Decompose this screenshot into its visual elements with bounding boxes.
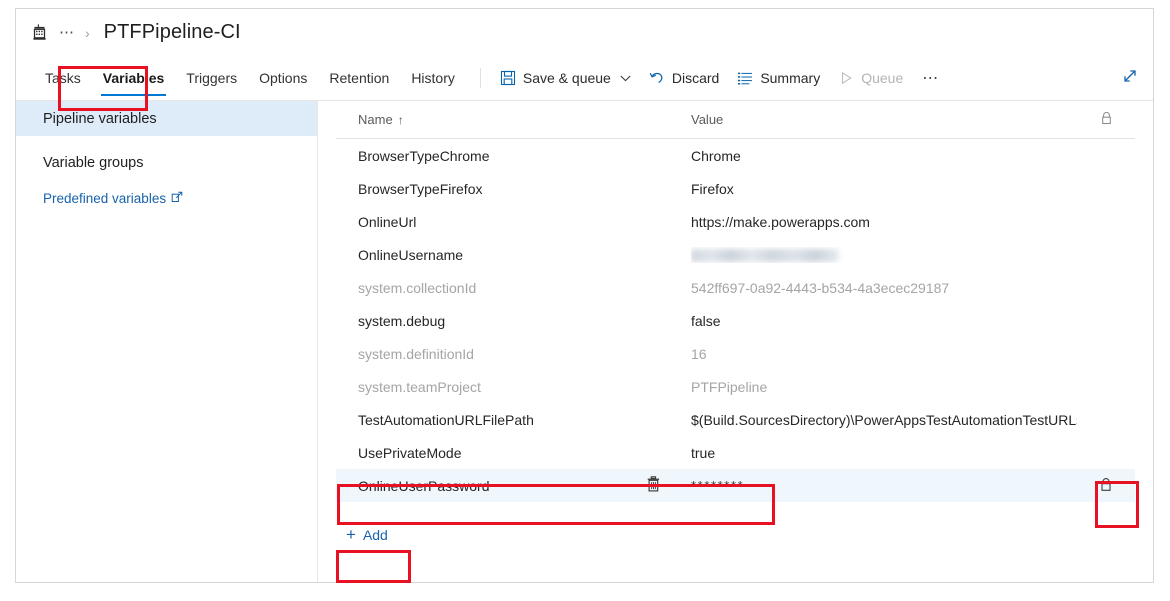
expand-button[interactable]: [1121, 56, 1139, 100]
variable-name: OnlineUrl: [358, 213, 417, 230]
tab-options[interactable]: Options: [248, 56, 318, 100]
external-link-icon: [171, 191, 183, 206]
add-variable-label: Add: [362, 527, 388, 543]
grid-header: Name ↑ Value: [336, 101, 1135, 139]
play-icon: [838, 70, 854, 86]
lock-closed-icon: [1099, 477, 1113, 495]
discard-button[interactable]: Discard: [640, 56, 728, 100]
save-icon: [500, 70, 516, 86]
variable-value: 542ff697-0a92-4443-b534-4a3ecec29187: [691, 279, 950, 296]
table-row[interactable]: BrowserTypeChrome Chrome: [336, 139, 1135, 172]
variable-value[interactable]: Chrome: [691, 148, 1077, 164]
summary-button[interactable]: Summary: [728, 56, 829, 100]
sidebar-item-pipeline-variables[interactable]: Pipeline variables: [16, 101, 317, 136]
variable-value[interactable]: true: [691, 445, 1077, 461]
variable-name: UsePrivateMode: [358, 444, 462, 461]
sidebar-item-label: Variable groups: [43, 154, 144, 171]
trash-icon[interactable]: [646, 476, 661, 495]
variable-name: OnlineUsername: [358, 246, 464, 263]
variable-name: system.teamProject: [358, 378, 481, 395]
variable-value: PTFPipeline: [691, 378, 768, 395]
discard-label: Discard: [671, 70, 720, 86]
summary-icon: [737, 70, 753, 86]
variable-value-secret[interactable]: ********: [691, 478, 1077, 493]
page-title: PTFPipeline-CI: [103, 21, 241, 43]
tab-list: Tasks Variables Triggers Options Retenti…: [16, 56, 466, 100]
tab-retention[interactable]: Retention: [318, 56, 400, 100]
tab-triggers[interactable]: Triggers: [175, 56, 248, 100]
sidebar-item-label: Pipeline variables: [43, 110, 157, 127]
save-and-queue-button[interactable]: Save & queue: [491, 56, 640, 100]
breadcrumb-overflow[interactable]: ⋯: [59, 25, 75, 40]
tab-label: Triggers: [186, 70, 238, 86]
tab-tasks[interactable]: Tasks: [34, 56, 92, 100]
variable-value[interactable]: https://make.powerapps.com: [691, 214, 1077, 230]
lock-icon: [1100, 111, 1113, 128]
summary-label: Summary: [760, 70, 821, 86]
variable-value[interactable]: $(Build.SourcesDirectory)\PowerAppsTestA…: [691, 412, 1077, 428]
pipeline-icon: [31, 24, 59, 41]
chevron-down-icon[interactable]: [620, 75, 631, 82]
tab-label: Options: [259, 70, 308, 86]
variables-grid-pane: Name ↑ Value BrowserTypeChrome Chrome Br…: [318, 101, 1153, 582]
variable-value-redacted[interactable]: [691, 247, 1077, 263]
variable-name: OnlineUserPassword: [358, 477, 490, 494]
sidebar-item-variable-groups[interactable]: Variable groups: [16, 145, 317, 180]
variable-lock-toggle-locked[interactable]: [1077, 477, 1135, 495]
table-row[interactable]: system.teamProject PTFPipeline: [336, 370, 1135, 403]
table-row[interactable]: TestAutomationURLFilePath $(Build.Source…: [336, 403, 1135, 436]
variable-name: system.collectionId: [358, 279, 477, 296]
breadcrumb: ⋯ › PTFPipeline-CI: [16, 9, 1153, 56]
command-bar: Tasks Variables Triggers Options Retenti…: [16, 56, 1153, 101]
column-header-value[interactable]: Value: [691, 112, 1077, 127]
tab-label: Retention: [329, 70, 390, 86]
tab-label: History: [411, 70, 455, 86]
sort-ascending-icon: ↑: [397, 112, 404, 127]
breadcrumb-chevron-icon: ›: [85, 24, 90, 41]
variable-name: BrowserTypeChrome: [358, 147, 490, 164]
table-row[interactable]: UsePrivateMode true: [336, 436, 1135, 469]
expand-icon: [1121, 67, 1139, 90]
overflow-menu-button[interactable]: ⋯: [912, 68, 950, 88]
queue-button: Queue: [829, 56, 912, 100]
table-row[interactable]: OnlineUrl https://make.powerapps.com: [336, 205, 1135, 238]
variables-sidebar: Pipeline variables Variable groups Prede…: [16, 101, 318, 582]
toolbar-actions: Save & queue Discard Summary Queue ⋯: [491, 56, 950, 100]
tab-label: Tasks: [45, 70, 81, 86]
table-row[interactable]: OnlineUsername: [336, 238, 1135, 271]
column-header-lock: [1077, 111, 1135, 128]
column-header-value-label: Value: [691, 112, 724, 127]
queue-label: Queue: [861, 70, 904, 86]
table-row[interactable]: system.definitionId 16: [336, 337, 1135, 370]
variable-name-container: OnlineUserPassword: [358, 476, 691, 495]
column-header-name[interactable]: Name ↑: [358, 112, 691, 127]
variables-grid: Name ↑ Value BrowserTypeChrome Chrome Br…: [336, 101, 1135, 502]
toolbar-divider: [479, 68, 481, 88]
table-row-online-user-password[interactable]: OnlineUserPassword ********: [336, 469, 1135, 502]
tab-history[interactable]: History: [400, 56, 466, 100]
variable-value: 16: [691, 345, 707, 362]
table-row[interactable]: system.collectionId 542ff697-0a92-4443-b…: [336, 271, 1135, 304]
predefined-variables-label: Predefined variables: [43, 191, 167, 206]
undo-icon: [649, 70, 665, 86]
tab-label: Variables: [102, 70, 165, 86]
variable-name: system.debug: [358, 312, 446, 329]
variable-name: TestAutomationURLFilePath: [358, 411, 534, 428]
variable-name: BrowserTypeFirefox: [358, 180, 483, 197]
save-and-queue-label: Save & queue: [522, 70, 611, 86]
predefined-variables-link[interactable]: Predefined variables: [16, 191, 317, 206]
redacted-value: [691, 249, 839, 263]
plus-icon: +: [346, 525, 356, 544]
variable-name: system.definitionId: [358, 345, 474, 362]
column-header-name-label: Name: [358, 112, 393, 127]
variable-value[interactable]: false: [691, 313, 1077, 329]
variable-value[interactable]: Firefox: [691, 181, 1077, 197]
table-row[interactable]: BrowserTypeFirefox Firefox: [336, 172, 1135, 205]
table-row[interactable]: system.debug false: [336, 304, 1135, 337]
add-variable-button[interactable]: + Add: [336, 521, 402, 549]
tab-variables[interactable]: Variables: [92, 56, 176, 100]
editor-body: Pipeline variables Variable groups Prede…: [16, 101, 1153, 582]
pipeline-editor-window: ⋯ › PTFPipeline-CI Tasks Variables Trigg…: [15, 8, 1154, 583]
